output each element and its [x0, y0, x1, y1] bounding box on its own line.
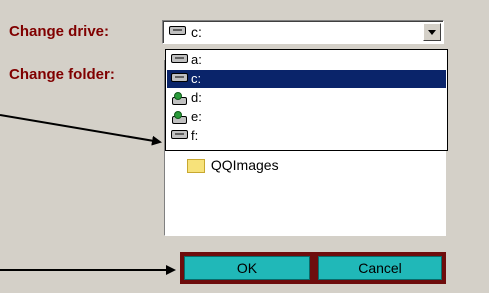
arrow-to-drive-list: [0, 114, 162, 146]
annotation-arrows: [0, 114, 176, 275]
